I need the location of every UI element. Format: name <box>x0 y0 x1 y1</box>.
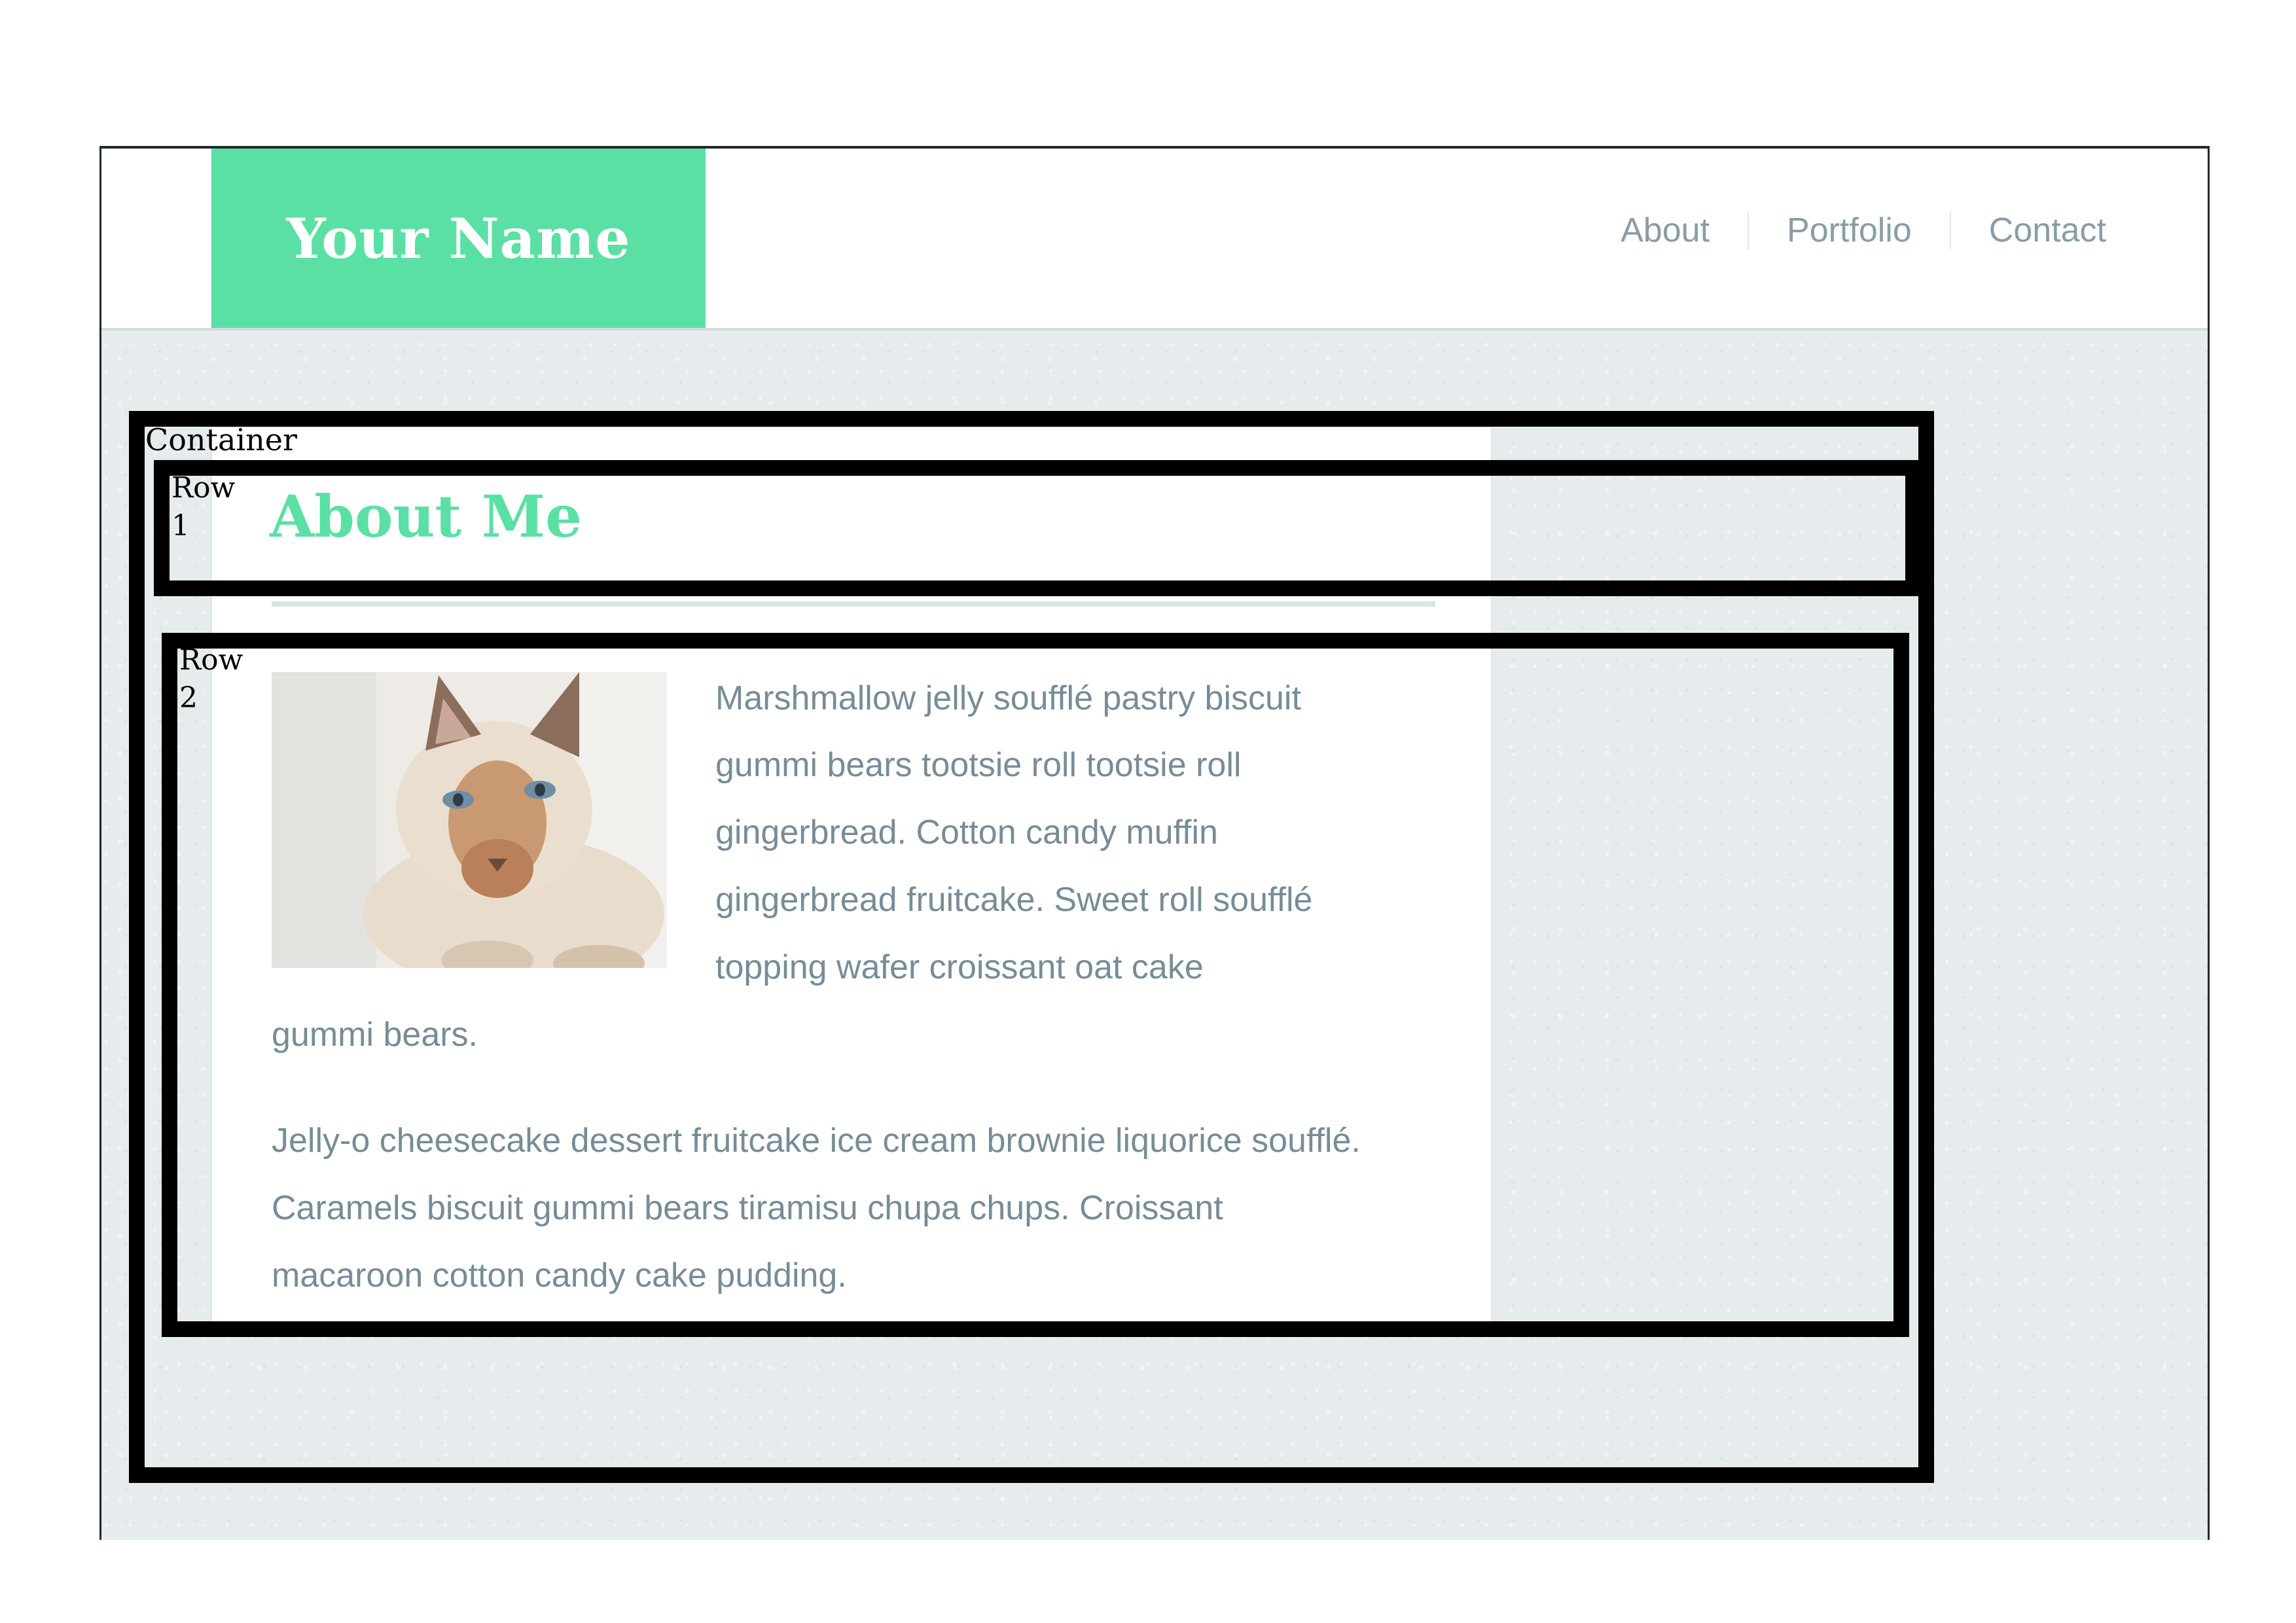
site-header: Your Name About Portfolio Contact <box>101 149 2208 330</box>
container-label: Container <box>145 422 297 457</box>
row1-outline <box>154 460 1921 596</box>
row2-label: Row 2 <box>179 643 243 715</box>
brand-name: Your Name <box>286 205 631 271</box>
row2-outline <box>162 633 1909 1337</box>
nav-portfolio-link[interactable]: Portfolio <box>1749 211 1950 250</box>
row1-label: Row 1 <box>171 471 236 543</box>
brand-logo[interactable]: Your Name <box>211 149 706 328</box>
nav-contact-link[interactable]: Contact <box>1951 211 2106 250</box>
nav-about-link[interactable]: About <box>1583 211 1748 250</box>
main-nav: About Portfolio Contact <box>1583 211 2106 250</box>
